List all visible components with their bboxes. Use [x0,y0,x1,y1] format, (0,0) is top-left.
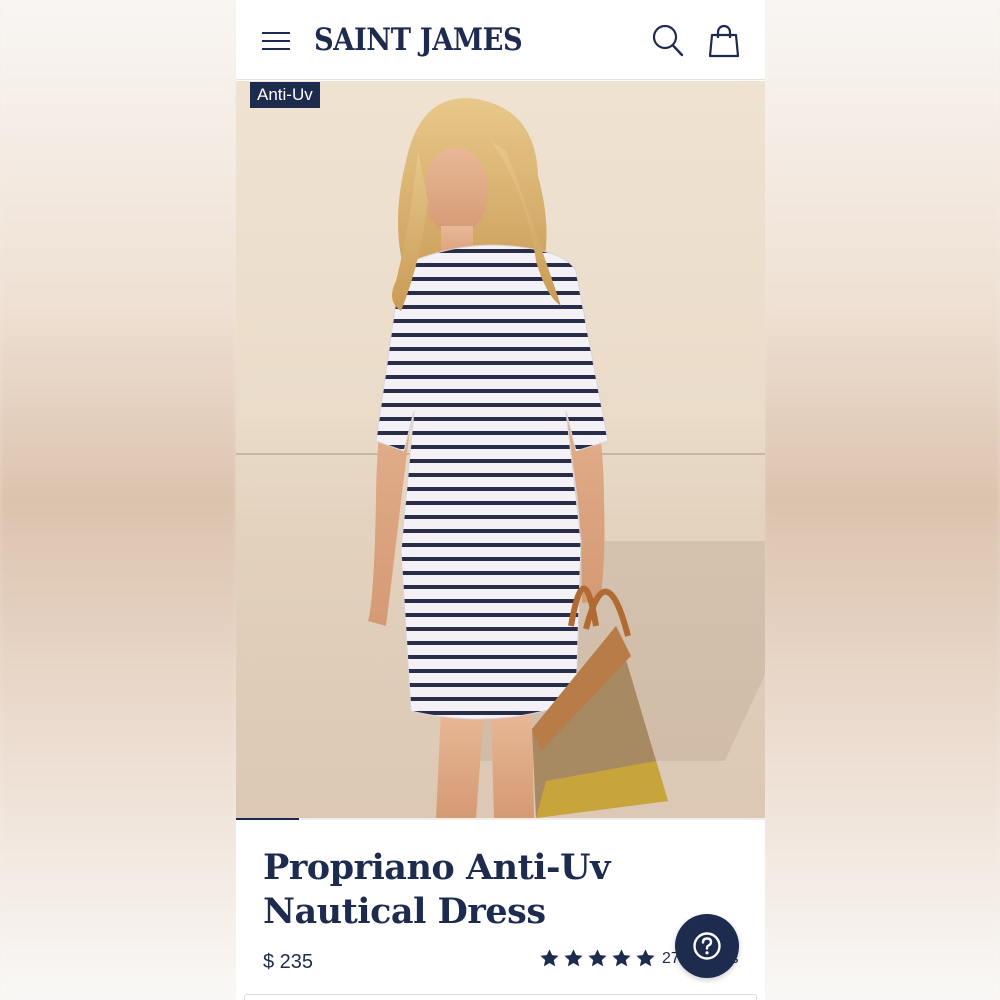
brand-logo[interactable]: SAINT JAMES [314,22,523,58]
rating-stars [539,948,656,969]
star-icon [636,949,655,967]
question-mark-icon [693,932,721,960]
product-price: $ 235 [263,951,314,973]
site-header: SAINT JAMES [236,0,765,80]
star-icon [588,949,607,967]
product-image[interactable]: Anti-Uv [236,81,765,818]
model-figure [368,98,668,818]
hamburger-menu-icon[interactable] [262,28,292,54]
image-carousel-progress-fill [236,818,300,820]
image-carousel-progress [236,818,765,820]
background-blur-right [764,0,1000,1000]
search-icon[interactable] [652,24,684,58]
star-icon [540,949,559,967]
product-title: Propriano Anti-Uv Nautical Dress [263,847,610,932]
star-icon [612,949,631,967]
star-icon [564,949,583,967]
shopping-bag-icon[interactable] [708,24,740,58]
phone-screen: SAINT JAMES Anti-Uv Propriano Anti-Uv Na… [236,0,765,1000]
help-button[interactable] [675,914,739,978]
next-section-edge [244,994,757,1000]
anti-uv-badge: Anti-Uv [250,82,320,108]
background-blur-left [0,0,236,1000]
